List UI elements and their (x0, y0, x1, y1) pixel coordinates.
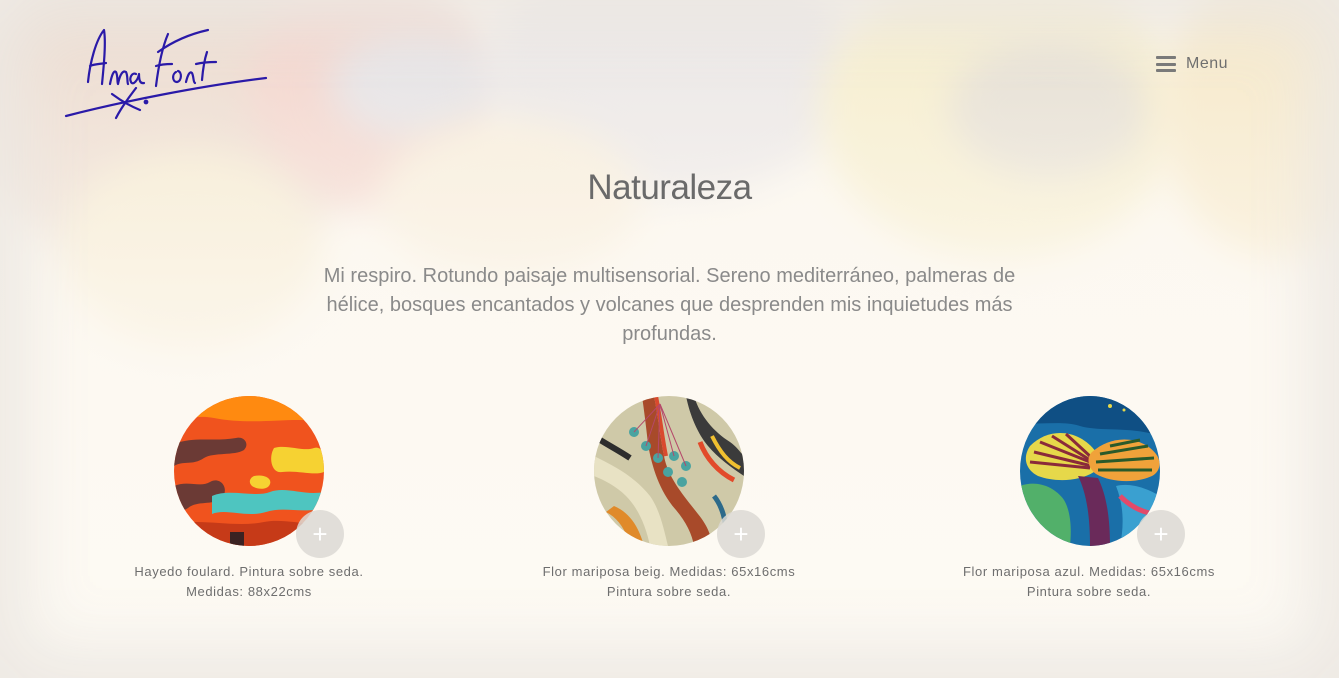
caption-line: Hayedo foulard. Pintura sobre seda. (134, 564, 364, 579)
more-info-button[interactable]: + (296, 510, 344, 558)
page-title: Naturaleza (587, 168, 752, 207)
artwork-caption: Flor mariposa azul. Medidas: 65x16cms Pi… (939, 562, 1239, 602)
more-info-button[interactable]: + (1137, 510, 1185, 558)
caption-line: Flor mariposa beig. Medidas: 65x16cms (542, 564, 796, 579)
caption-line: Medidas: 88x22cms (186, 584, 312, 599)
caption-line: Pintura sobre seda. (1026, 584, 1152, 599)
caption-line: Pintura sobre seda. (606, 584, 732, 599)
hamburger-icon (1156, 56, 1176, 72)
more-info-button[interactable]: + (717, 510, 765, 558)
menu-label: Menu (1186, 55, 1229, 72)
anna-font-logo[interactable] (60, 22, 272, 124)
artwork-caption: Flor mariposa beig. Medidas: 65x16cms Pi… (519, 562, 819, 602)
page-intro: Mi respiro. Rotundo paisaje multisensori… (323, 265, 1016, 345)
caption-line: Flor mariposa azul. Medidas: 65x16cms (963, 564, 1215, 579)
artwork-caption: Hayedo foulard. Pintura sobre seda. Medi… (99, 562, 399, 602)
signature-logo-icon (64, 28, 268, 120)
menu-button[interactable]: Menu (1156, 53, 1228, 75)
